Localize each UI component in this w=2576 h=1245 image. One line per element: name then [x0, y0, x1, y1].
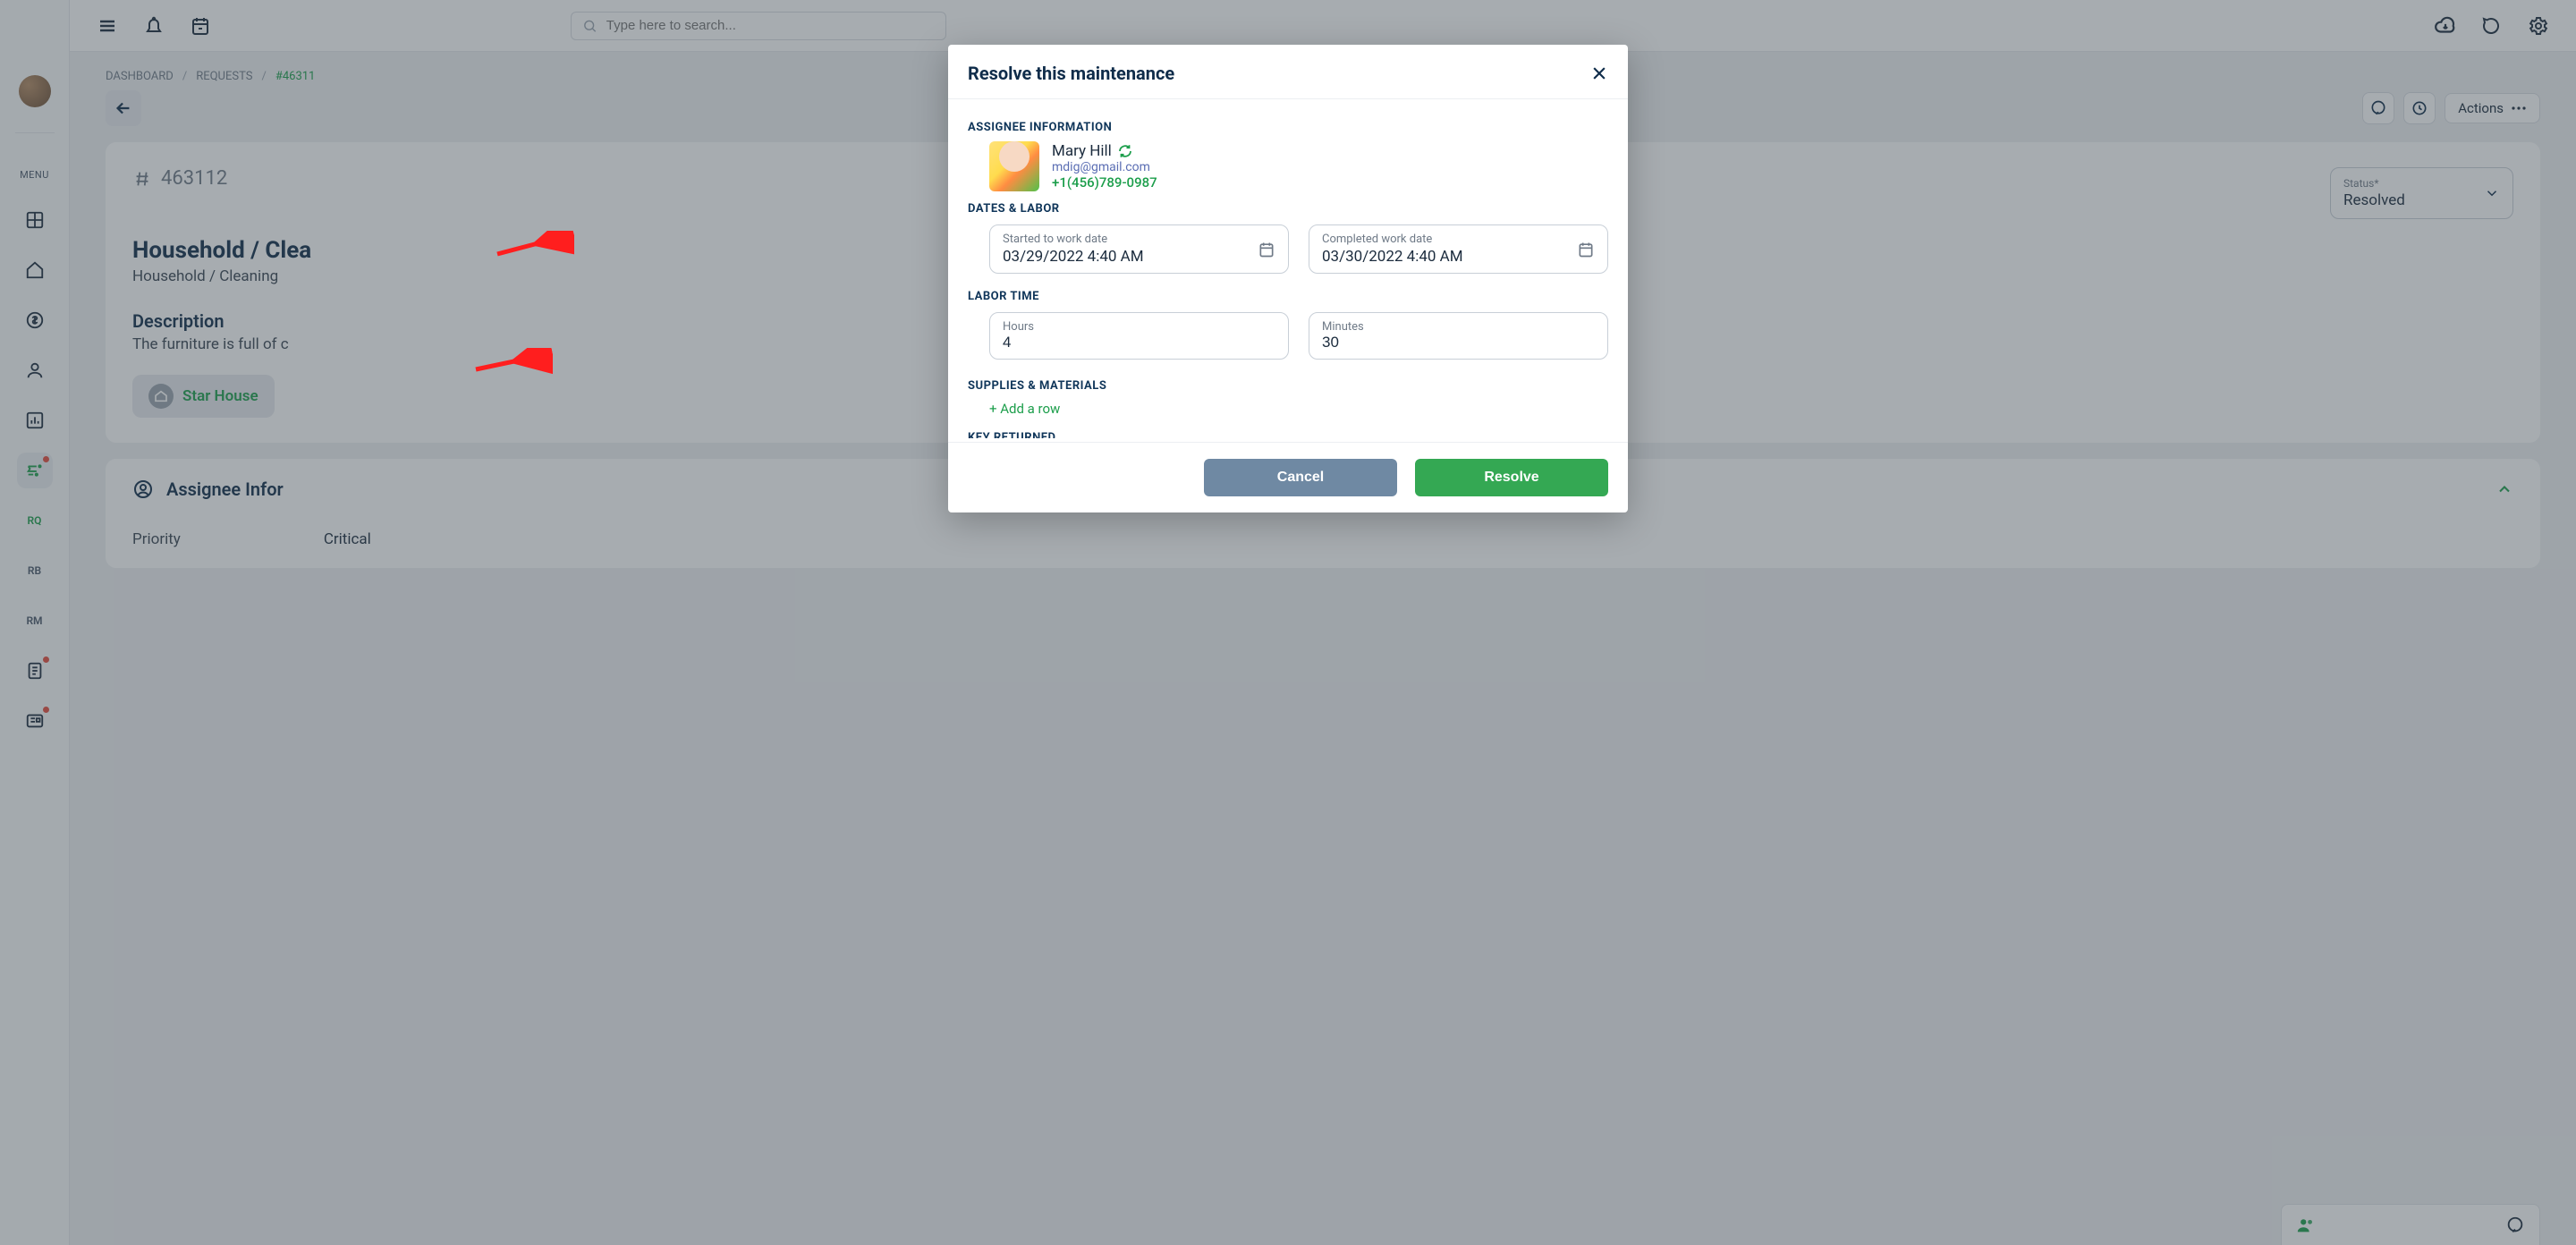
resolve-button[interactable]: Resolve [1415, 459, 1608, 496]
modal-close-button[interactable] [1590, 64, 1608, 82]
priority-value: Critical [324, 530, 371, 548]
sidebar-item-rq[interactable]: RQ [17, 503, 53, 538]
search-icon [582, 18, 597, 34]
person-icon [25, 360, 45, 380]
chevron-up-icon[interactable] [2496, 480, 2513, 498]
hours-field[interactable]: Hours [989, 312, 1289, 360]
assignee-name: Mary Hill [1052, 142, 1112, 160]
chat-button[interactable] [2476, 10, 2508, 42]
modal-title: Resolve this maintenance [968, 63, 1174, 84]
document-icon [25, 661, 45, 681]
completed-date-field[interactable]: Completed work date 03/30/2022 4:40 AM [1309, 224, 1608, 274]
chat-dock[interactable] [2281, 1204, 2540, 1245]
assignee-phone[interactable]: +1(456)789-0987 [1052, 174, 1157, 191]
recycle-icon [1117, 143, 1133, 159]
minutes-input[interactable] [1322, 334, 1595, 351]
chat-icon [2369, 99, 2387, 117]
home-icon [154, 389, 168, 403]
grid-icon [25, 210, 45, 230]
news-icon [25, 711, 45, 731]
cancel-button[interactable]: Cancel [1204, 459, 1397, 496]
search-input[interactable] [606, 18, 935, 33]
sidebar-item-home[interactable] [17, 252, 53, 288]
breadcrumb-current: #46311 [275, 70, 316, 83]
menu-toggle-button[interactable] [91, 10, 123, 42]
download-button[interactable] [2429, 10, 2462, 42]
section-supplies: SUPPLIES & MATERIALS [968, 379, 1608, 393]
chat-icon [2481, 15, 2503, 37]
sidebar-item-maintenance[interactable] [17, 453, 53, 488]
priority-label: Priority [132, 530, 181, 548]
calendar-icon[interactable] [1577, 241, 1595, 258]
chart-icon [25, 411, 45, 430]
arrow-left-icon [114, 98, 133, 118]
menu-label: MENU [20, 169, 49, 181]
history-button[interactable] [2403, 92, 2436, 124]
close-icon [1590, 64, 1608, 82]
sidebar-item-people[interactable] [17, 352, 53, 388]
breadcrumb-dashboard[interactable]: DASHBOARD [106, 70, 174, 83]
back-button[interactable] [106, 90, 141, 126]
sidebar-item-finance[interactable] [17, 302, 53, 338]
assignee-avatar [989, 141, 1039, 191]
sidebar-item-news[interactable] [17, 703, 53, 739]
status-value: Resolved [2343, 191, 2500, 209]
assignee-section-heading: Assignee Infor [166, 479, 284, 500]
notification-dot [43, 656, 49, 663]
sidebar: MENU RQ RB RM [0, 0, 70, 1245]
started-date-field[interactable]: Started to work date 03/29/2022 4:40 AM [989, 224, 1289, 274]
cloud-download-icon [2434, 14, 2457, 38]
hours-input[interactable] [1003, 334, 1275, 351]
maintenance-icon [25, 461, 45, 480]
section-labor-time: LABOR TIME [968, 290, 1608, 303]
section-key-returned: KEY RETURNED [968, 431, 1608, 438]
calendar-button[interactable] [184, 10, 216, 42]
status-select[interactable]: Status* Resolved [2330, 167, 2513, 219]
actions-button[interactable]: Actions [2445, 93, 2540, 123]
minutes-field[interactable]: Minutes [1309, 312, 1608, 360]
sidebar-item-rm[interactable]: RM [17, 603, 53, 639]
alerts-button[interactable] [138, 10, 170, 42]
calendar-icon[interactable] [1258, 241, 1275, 258]
person-circle-icon [132, 479, 154, 500]
user-avatar[interactable] [19, 75, 51, 107]
comments-button[interactable] [2362, 92, 2394, 124]
search-box[interactable] [571, 12, 946, 40]
clock-icon [2411, 99, 2428, 117]
chat-icon [2505, 1215, 2525, 1235]
sidebar-divider [15, 132, 55, 133]
gear-icon [2528, 15, 2549, 37]
sidebar-item-reports[interactable] [17, 402, 53, 438]
chevron-down-icon [2484, 185, 2500, 201]
home-icon [25, 260, 45, 280]
sidebar-item-dashboard[interactable] [17, 202, 53, 238]
more-icon [2511, 106, 2527, 111]
completed-date-value: 03/30/2022 4:40 AM [1322, 248, 1595, 266]
property-chip[interactable]: Star House [132, 375, 275, 418]
resolve-modal: Resolve this maintenance ASSIGNEE INFORM… [948, 45, 1628, 512]
started-date-value: 03/29/2022 4:40 AM [1003, 248, 1275, 266]
section-assignee-info: ASSIGNEE INFORMATION [968, 121, 1608, 134]
sidebar-item-documents[interactable] [17, 653, 53, 689]
dollar-circle-icon [25, 310, 45, 330]
hamburger-icon [97, 15, 118, 37]
alert-icon [143, 15, 165, 37]
notification-dot [43, 456, 49, 462]
hash-icon [132, 169, 152, 189]
settings-button[interactable] [2522, 10, 2555, 42]
status-label: Status* [2343, 177, 2500, 190]
sidebar-item-rb[interactable]: RB [17, 553, 53, 589]
calendar-icon [190, 15, 211, 37]
section-dates-labor: DATES & LABOR [968, 202, 1608, 216]
people-icon [2296, 1215, 2316, 1235]
notification-dot [43, 707, 49, 713]
breadcrumb-requests[interactable]: REQUESTS [196, 70, 252, 83]
assignee-email[interactable]: mdig@gmail.com [1052, 160, 1157, 174]
add-row-link[interactable]: + Add a row [989, 401, 1060, 417]
request-id: 463112 [161, 167, 227, 190]
